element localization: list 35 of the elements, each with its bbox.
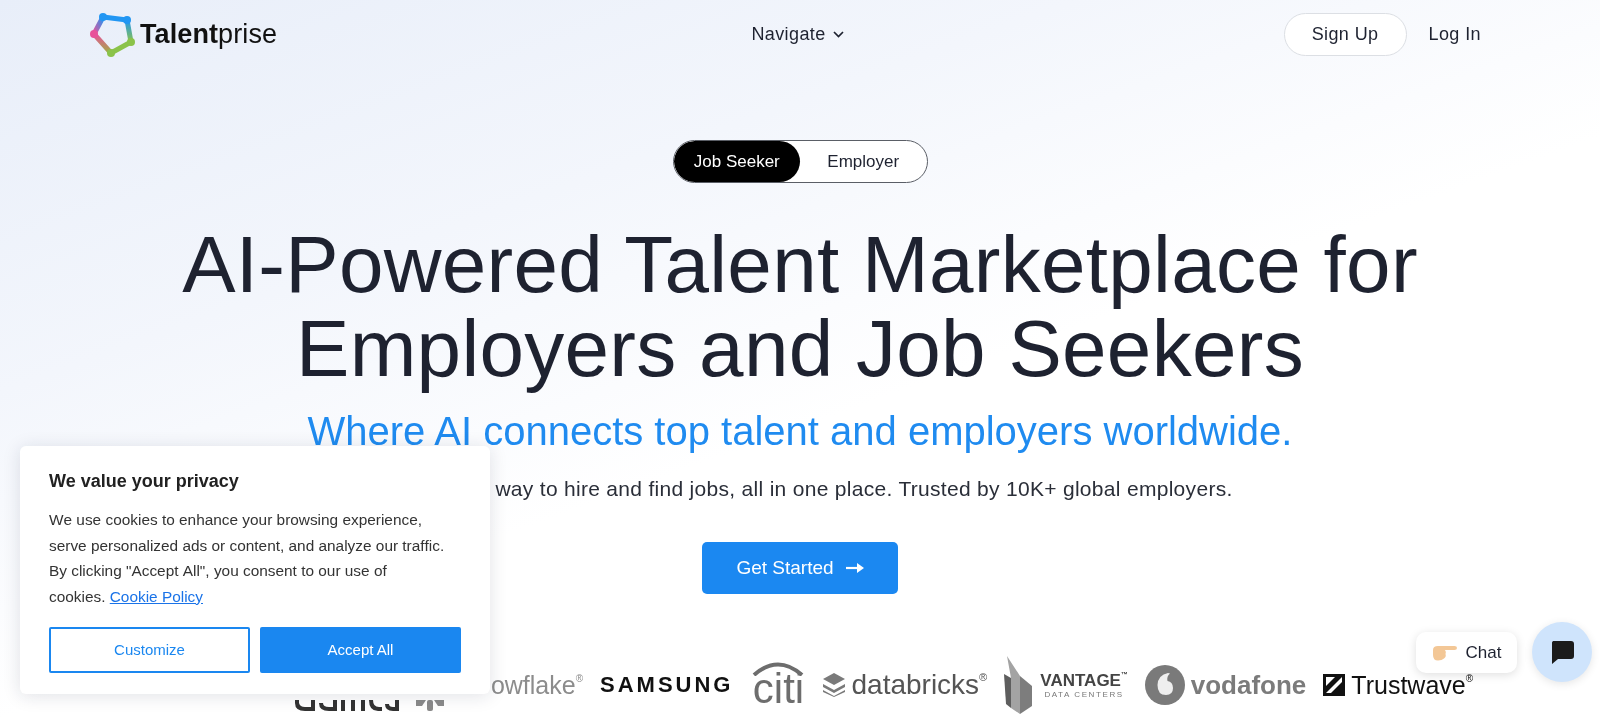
cookie-policy-link[interactable]: Cookie Policy (109, 587, 203, 605)
hero-subheading: Where AI connects top talent and employers worldwide. (307, 408, 1293, 455)
logo-wordmark[interactable]: Talentprise (140, 20, 278, 48)
pointing-hand-icon (1431, 644, 1457, 661)
get-started-button[interactable]: Get Started (702, 542, 898, 594)
partial-logo-drawing (415, 700, 444, 711)
disc-icon (1144, 665, 1185, 705)
logo-wordmark: vodafone (1190, 672, 1307, 698)
audience-tab[interactable]: Job Seeker (673, 141, 800, 182)
log-in-link[interactable]: Log In (1428, 20, 1481, 48)
chat-bubble-icon (1549, 639, 1575, 665)
navigate-menu[interactable]: Navigate (751, 20, 844, 48)
accept-all-button[interactable]: Accept All (260, 627, 461, 673)
hero-description: way to hire and find jobs, all in one place. Trusted by 10K+ global employers. (495, 476, 1233, 502)
logo-wordmark: SAMSUNG (600, 674, 734, 696)
sign-up-button[interactable]: Sign Up (1283, 12, 1407, 56)
chat-launcher-button[interactable] (1532, 622, 1592, 682)
logo-wordmark: owflake$^{®}$ (490, 672, 584, 698)
hero-heading: AI-Powered Talent Marketplace for Employers and Job Seekers (181, 223, 1419, 391)
logo-wordmark: VANTAGE$^{™}$ (1040, 671, 1128, 689)
stack-icon (823, 673, 846, 697)
chevron-down-icon (832, 30, 844, 38)
logo-wordmark: citi (752, 668, 805, 710)
arrow-right-icon (845, 562, 864, 574)
cookie-banner-title: We value your privacy (49, 470, 240, 493)
audience-tab[interactable]: Employer (800, 141, 927, 182)
square-icon (1323, 674, 1346, 696)
logo-icon[interactable] (90, 11, 135, 57)
logo-tagline: DATA CENTERS (1043, 690, 1125, 699)
logo-wordmark: databricks$^{®}$ (851, 671, 988, 699)
cookie-notice-text: We use cookies to enhance your browsing experience, serve personalized ads or content, and analyze our traffic. By clicking "Accept All", you consent to our use of cookies. Cookie Policy (49, 510, 446, 607)
customize-button[interactable]: Customize (49, 627, 250, 673)
panels-icon (1004, 656, 1035, 714)
chat-button[interactable]: Chat (1416, 632, 1517, 673)
logo-wordmark: Trustwave$^{®}$ (1351, 672, 1474, 698)
